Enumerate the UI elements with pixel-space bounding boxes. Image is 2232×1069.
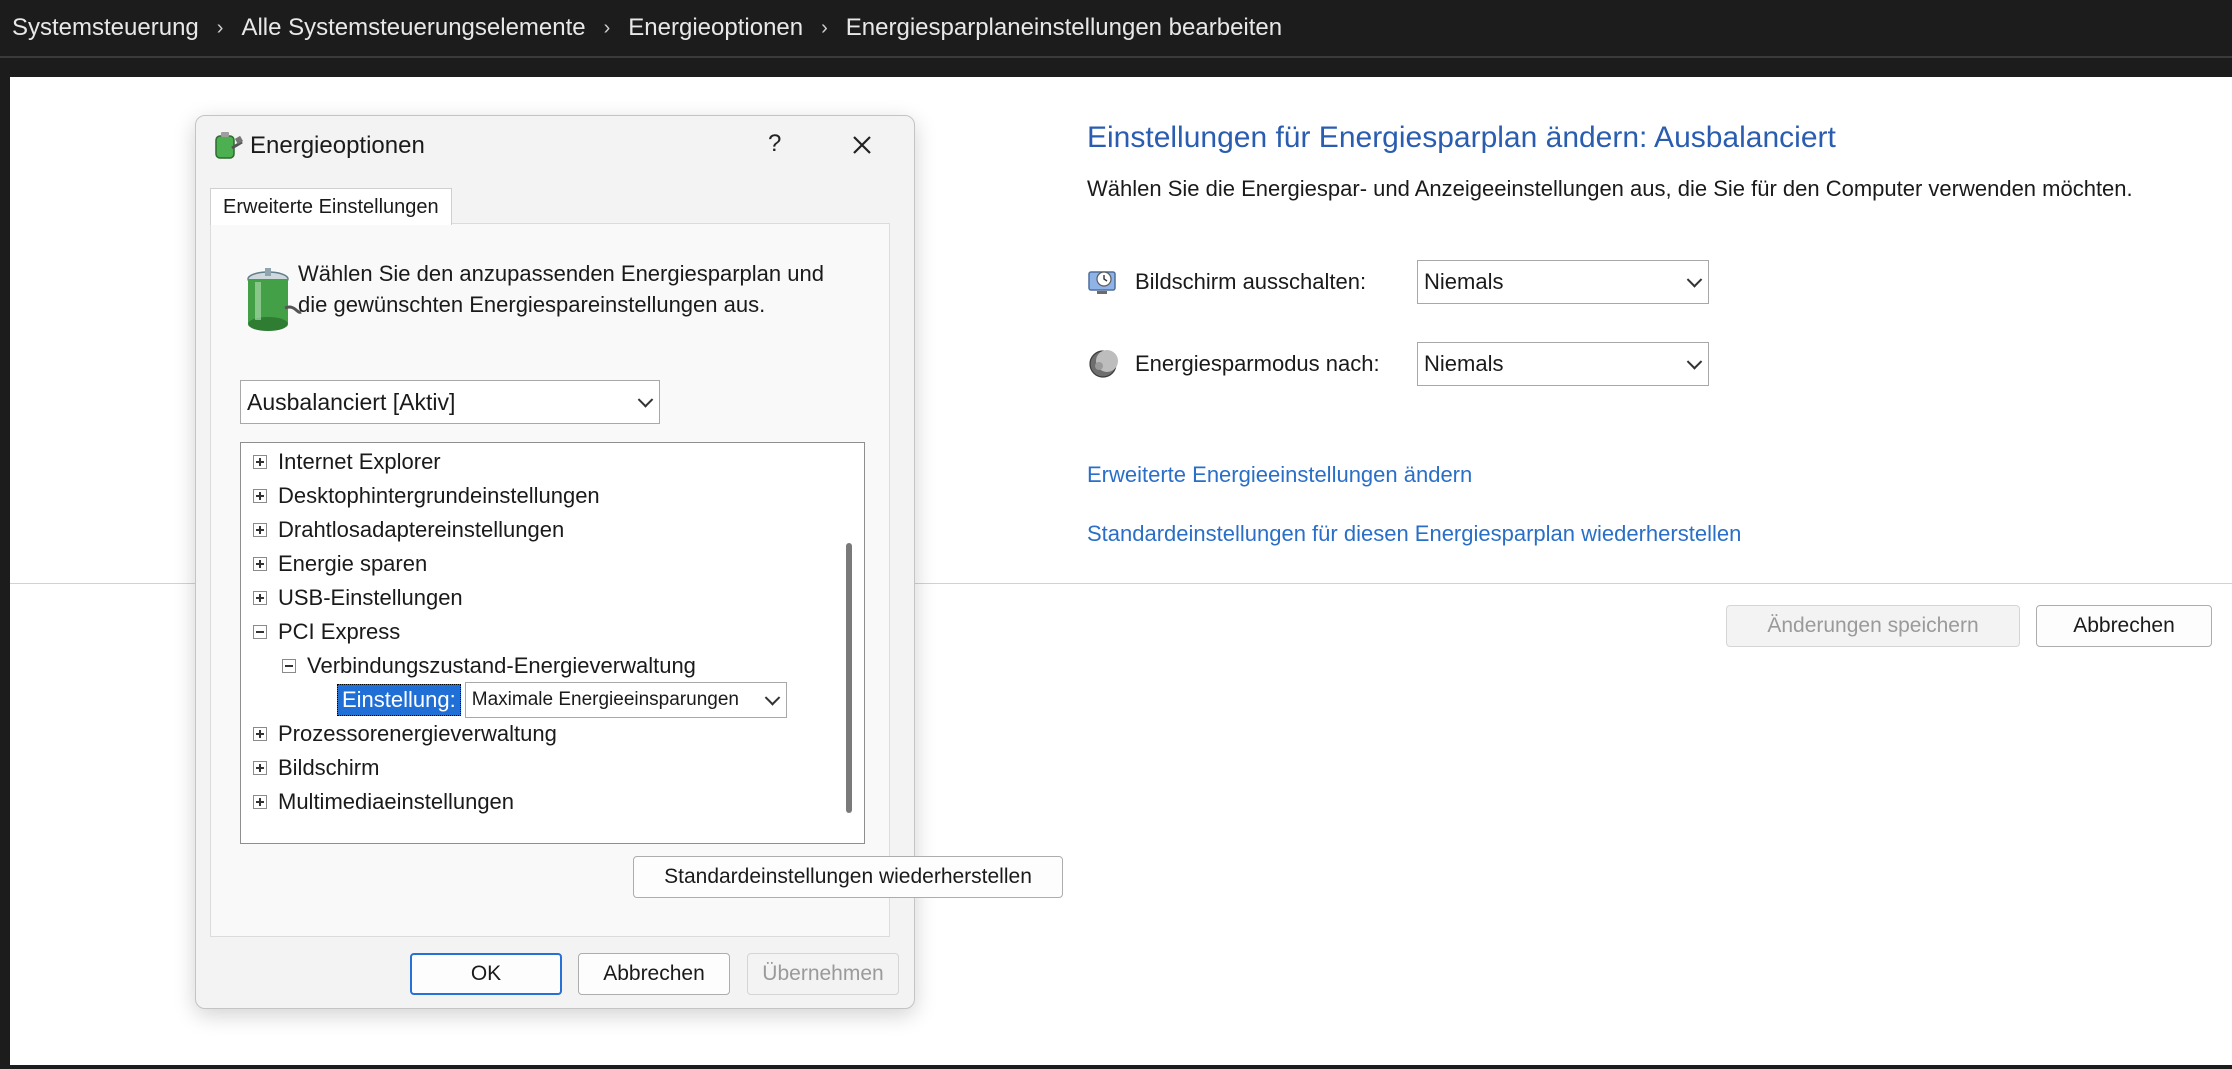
expand-icon[interactable]: [253, 591, 267, 605]
tree-item-processor[interactable]: Prozessorenergieverwaltung: [253, 717, 557, 751]
advanced-settings-link[interactable]: Erweiterte Energieeinstellungen ändern: [1087, 462, 1472, 488]
chevron-right-icon: ›: [603, 16, 611, 39]
expand-icon[interactable]: [253, 557, 267, 571]
dialog-cancel-button[interactable]: Abbrechen: [578, 953, 730, 995]
moon-icon: [1087, 348, 1119, 380]
setting-value-select[interactable]: Maximale Energieeinsparungen: [464, 682, 787, 718]
tree-item-usb[interactable]: USB-Einstellungen: [253, 581, 463, 615]
tab-panel: Wählen Sie den anzupassenden Energiespar…: [210, 223, 890, 937]
tree-item-label: Desktophintergrundeinstellungen: [278, 483, 600, 508]
expand-icon[interactable]: [253, 455, 267, 469]
display-off-label: Bildschirm ausschalten:: [1135, 269, 1367, 294]
page-description: Wählen Sie die Energiespar- und Anzeigee…: [1087, 176, 2133, 201]
tab-erweiterte-einstellungen[interactable]: Erweiterte Einstellungen: [210, 188, 452, 225]
cancel-button[interactable]: Abbrechen: [2036, 605, 2212, 647]
chevron-down-icon: [637, 392, 654, 408]
tree-item-label: USB-Einstellungen: [278, 585, 463, 610]
settings-tree[interactable]: Internet Explorer Desktophintergrundeins…: [240, 442, 865, 844]
restore-defaults-link[interactable]: Standardeinstellungen für diesen Energie…: [1087, 521, 1741, 547]
tree-item-label: Prozessorenergieverwaltung: [278, 721, 557, 746]
restore-defaults-button[interactable]: Standardeinstellungen wiederherstellen: [633, 856, 1063, 898]
help-button[interactable]: ?: [768, 130, 781, 158]
breadcrumb-alle-elemente[interactable]: Alle Systemsteuerungselemente: [241, 14, 585, 42]
tree-item-pci-express[interactable]: PCI Express: [253, 615, 400, 649]
expand-icon[interactable]: [253, 761, 267, 775]
tree-item-label: Verbindungszustand-Energieverwaltung: [307, 653, 696, 678]
tree-item-label: Drahtlosadaptereinstellungen: [278, 517, 565, 542]
ok-button[interactable]: OK: [410, 953, 562, 995]
collapse-icon[interactable]: [253, 625, 267, 639]
tree-item-bildschirm[interactable]: Bildschirm: [253, 751, 379, 785]
tree-item-label: Energie sparen: [278, 551, 428, 576]
chevron-down-icon: [764, 690, 781, 706]
tree-item-desktop-background[interactable]: Desktophintergrundeinstellungen: [253, 479, 600, 513]
display-off-select[interactable]: Niemals: [1417, 260, 1709, 304]
tree-item-energie-sparen[interactable]: Energie sparen: [253, 547, 427, 581]
expand-icon[interactable]: [253, 523, 267, 537]
tree-item-label: Multimediaeinstellungen: [278, 789, 515, 814]
monitor-clock-icon: [1087, 266, 1119, 298]
chevron-down-icon: [1686, 354, 1703, 370]
dialog-title: Energieoptionen: [250, 132, 425, 159]
chevron-right-icon: ›: [216, 16, 224, 39]
battery-plug-icon: [210, 128, 244, 162]
battery-plug-icon: [241, 264, 303, 334]
tree-item-label: PCI Express: [278, 619, 401, 644]
sleep-row: Energiesparmodus nach: Niemals: [1087, 342, 1709, 386]
sleep-value: Niemals: [1424, 351, 1504, 376]
sleep-select[interactable]: Niemals: [1417, 342, 1709, 386]
save-changes-button[interactable]: Änderungen speichern: [1726, 605, 2020, 647]
apply-button[interactable]: Übernehmen: [747, 953, 899, 995]
tree-item-label: Bildschirm: [278, 755, 380, 780]
expand-icon[interactable]: [253, 795, 267, 809]
plan-select-value: Ausbalanciert [Aktiv]: [247, 388, 456, 415]
breadcrumb-systemsteuerung[interactable]: Systemsteuerung: [12, 14, 199, 42]
sleep-label: Energiesparmodus nach:: [1135, 351, 1380, 376]
plan-select[interactable]: Ausbalanciert [Aktiv]: [240, 380, 660, 424]
close-icon[interactable]: [841, 124, 883, 166]
dialog-titlebar[interactable]: Energieoptionen ?: [196, 116, 914, 176]
tree-item-label: Internet Explorer: [278, 449, 441, 474]
setting-label: Einstellung:: [337, 684, 461, 716]
page-title: Einstellungen für Energiesparplan ändern…: [1087, 121, 1836, 154]
expand-icon[interactable]: [253, 727, 267, 741]
tree-item-internet-explorer[interactable]: Internet Explorer: [253, 445, 441, 479]
chevron-down-icon: [1686, 272, 1703, 288]
setting-value: Maximale Energieeinsparungen: [471, 689, 739, 710]
chevron-right-icon: ›: [821, 16, 828, 39]
collapse-icon[interactable]: [282, 659, 296, 673]
address-bar: Systemsteuerung › Alle Systemsteuerungse…: [0, 0, 2232, 58]
tree-item-link-state-power[interactable]: Verbindungszustand-Energieverwaltung: [282, 649, 696, 683]
tree-item-wireless-adapter[interactable]: Drahtlosadaptereinstellungen: [253, 513, 564, 547]
tree-item-multimedia[interactable]: Multimediaeinstellungen: [253, 785, 514, 819]
tree-scrollbar[interactable]: [846, 543, 852, 813]
intro-text: Wählen Sie den anzupassenden Energiespar…: [298, 261, 824, 317]
display-off-row: Bildschirm ausschalten: Niemals: [1087, 260, 1709, 304]
breadcrumb-energieoptionen[interactable]: Energieoptionen: [628, 14, 803, 42]
display-off-value: Niemals: [1424, 269, 1504, 294]
expand-icon[interactable]: [253, 489, 267, 503]
tree-item-setting[interactable]: Einstellung: Maximale Energieeinsparunge…: [337, 682, 787, 718]
breadcrumb-current-page: Energiesparplaneinstellungen bearbeiten: [845, 14, 1283, 41]
